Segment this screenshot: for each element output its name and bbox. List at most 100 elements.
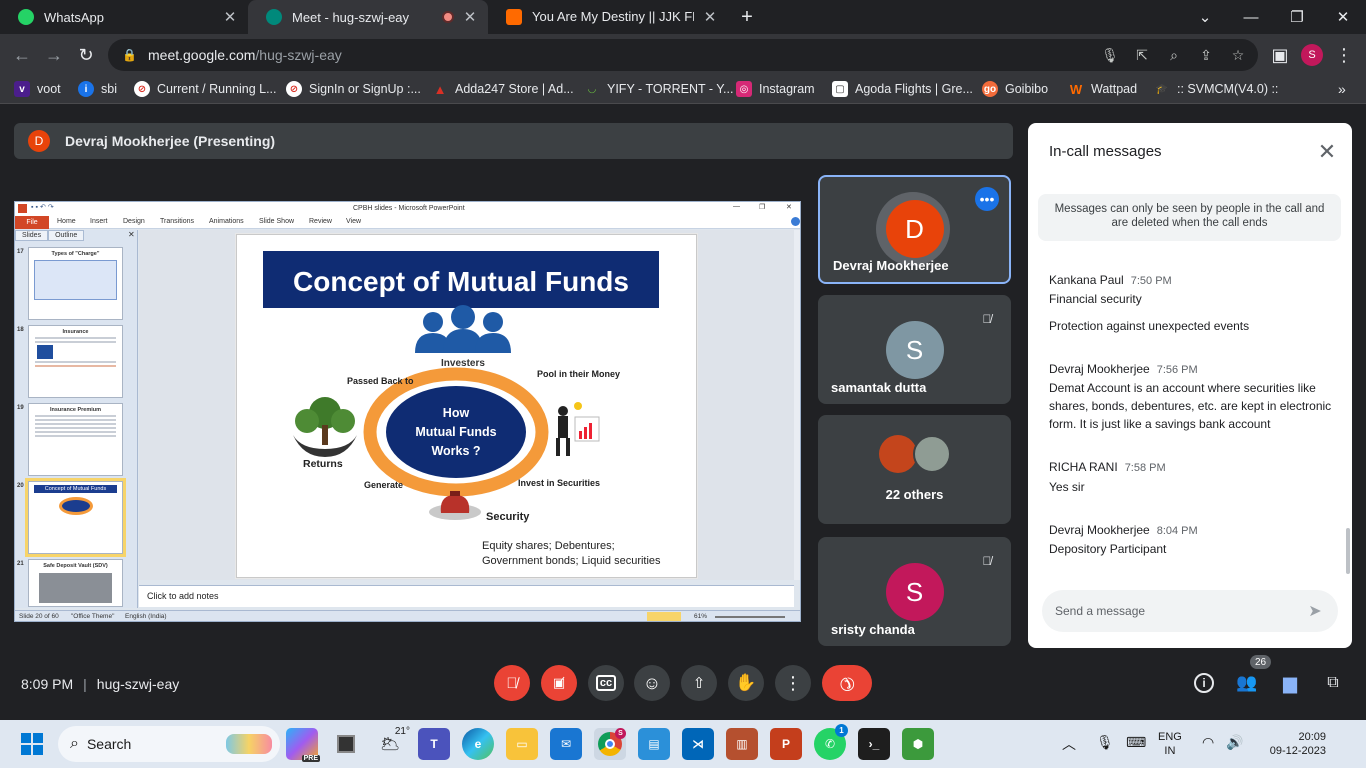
participant-tile-sristy[interactable]: S 🎙̸ sristy chanda xyxy=(818,537,1011,646)
slide-thumbnail[interactable]: Insurance Premium xyxy=(28,403,123,476)
tray-mic-icon[interactable]: 🎙 xyxy=(1096,734,1114,751)
teams-icon[interactable]: T xyxy=(418,728,450,760)
maximize-icon[interactable]: ❐ xyxy=(1274,0,1320,34)
ppt-minimize-icon[interactable]: — xyxy=(733,203,740,210)
zoom-icon[interactable]: ⌕ xyxy=(1164,45,1184,65)
photo-app-icon[interactable]: ▥ xyxy=(726,728,758,760)
bookmark-sbi[interactable]: i sbi xyxy=(78,81,117,97)
reactions-button[interactable]: ☺ xyxy=(634,665,670,701)
participant-tile-samantak[interactable]: S 🎙̸ samantak dutta xyxy=(818,295,1011,404)
close-tab-icon[interactable]: ✕ xyxy=(702,8,718,26)
slide-thumbnail[interactable]: Insurance xyxy=(28,325,123,398)
side-panel-icon[interactable]: ▣ xyxy=(1266,41,1294,69)
ppt-help-icon[interactable] xyxy=(791,217,800,226)
tab-whatsapp[interactable]: WhatsApp ✕ xyxy=(0,0,248,34)
bookmark-adda247[interactable]: ▲ Adda247 Store | Ad... xyxy=(432,81,574,97)
ppt-tab-outline[interactable]: Outline xyxy=(48,230,85,241)
volume-icon[interactable]: 🔊 xyxy=(1226,734,1243,751)
captions-button[interactable]: cc xyxy=(588,665,624,701)
mic-off-button[interactable]: 🎙̸ xyxy=(494,665,530,701)
vscode-icon[interactable]: ⋊ xyxy=(682,728,714,760)
camera-off-button[interactable]: ▣̸ xyxy=(541,665,577,701)
minimize-icon[interactable]: — xyxy=(1228,0,1274,34)
tab-destiny[interactable]: You Are My Destiny || JJK FF || ✓ ✕ xyxy=(488,0,728,34)
participant-tile-devraj[interactable]: D ••• Devraj Mookherjee xyxy=(818,175,1011,284)
edge-icon[interactable]: e xyxy=(462,728,494,760)
ppt-menu-design[interactable]: Design xyxy=(123,218,145,225)
bookmark-svmcm[interactable]: 🎓:: SVMCM(V4.0) :: xyxy=(1154,81,1279,97)
bookmark-goibibo[interactable]: go Goibibo xyxy=(982,81,1048,97)
ppt-menu-view[interactable]: View xyxy=(346,218,361,225)
back-icon[interactable]: ← xyxy=(8,41,36,69)
copilot-icon[interactable]: PRE xyxy=(286,728,320,762)
view-buttons[interactable] xyxy=(647,612,681,621)
ppt-menu-transitions[interactable]: Transitions xyxy=(160,218,194,225)
tab-meet[interactable]: Meet - hug-szwj-eay ✕ xyxy=(248,0,488,34)
activities-icon[interactable]: ⧉ xyxy=(1320,670,1346,696)
microphone-icon[interactable]: 🎙 xyxy=(1100,45,1120,65)
slide-thumbnail[interactable]: Types of "Charge" xyxy=(28,247,123,320)
close-icon[interactable]: ✕ xyxy=(1315,140,1339,164)
menu-kebab-icon[interactable]: ⋮ xyxy=(1330,41,1358,69)
slide-thumbnail-selected[interactable]: Concept of Mutual Funds xyxy=(25,478,126,557)
leave-call-button[interactable]: ✆ xyxy=(822,665,872,701)
ppt-scrollbar[interactable] xyxy=(794,230,800,580)
powerpoint-icon[interactable]: P xyxy=(770,728,802,760)
wifi-icon[interactable]: ◠ xyxy=(1202,734,1214,751)
send-message-input[interactable]: Send a message xyxy=(1042,590,1338,632)
ppt-maximize-icon[interactable]: ❐ xyxy=(759,203,765,211)
ppt-panel-close-icon[interactable]: ✕ xyxy=(128,230,135,239)
more-bookmarks-icon[interactable]: » xyxy=(1338,81,1346,97)
file-explorer-icon[interactable]: ▭ xyxy=(506,728,538,760)
bookmark-yify[interactable]: ◡ YIFY - TORRENT - Y... xyxy=(584,81,733,97)
raise-hand-button[interactable]: ✋ xyxy=(728,665,764,701)
close-tab-icon[interactable]: ✕ xyxy=(462,8,478,26)
send-icon[interactable]: ➤ xyxy=(1304,600,1326,622)
task-view-icon[interactable] xyxy=(330,728,362,760)
tray-overflow-icon[interactable]: ︿ xyxy=(1062,734,1076,754)
open-external-icon[interactable]: ⇱ xyxy=(1132,45,1152,65)
windows-start-icon[interactable] xyxy=(16,728,48,760)
taskbar-search[interactable]: ⌕ Search xyxy=(58,726,280,762)
bookmark-instagram[interactable]: ◎ Instagram xyxy=(736,81,815,97)
chat-scrollbar[interactable] xyxy=(1346,528,1350,574)
present-button[interactable]: ⇧ xyxy=(681,665,717,701)
forward-icon[interactable]: → xyxy=(40,41,68,69)
share-icon[interactable]: ⇪ xyxy=(1196,45,1216,65)
ppt-menu-insert[interactable]: Insert xyxy=(90,218,108,225)
node-icon[interactable]: ⬢ xyxy=(902,728,934,760)
ppt-menu-review[interactable]: Review xyxy=(309,218,332,225)
ppt-close-icon[interactable]: ✕ xyxy=(786,203,792,211)
weather-widget[interactable]: 🌥 21° xyxy=(374,726,410,760)
remote-desktop-icon[interactable]: ▤ xyxy=(638,728,670,760)
system-clock[interactable]: 20:09 xyxy=(1286,730,1326,745)
ppt-menu-file[interactable]: File xyxy=(15,216,49,229)
ppt-menu-home[interactable]: Home xyxy=(57,218,76,225)
reload-icon[interactable]: ↻ xyxy=(72,41,100,69)
system-date[interactable]: 09-12-2023 xyxy=(1256,745,1326,757)
bookmark-current-running[interactable]: ⊘ Current / Running L... xyxy=(134,81,277,97)
bookmark-voot[interactable]: v voot xyxy=(14,81,61,97)
bookmark-star-icon[interactable]: ☆ xyxy=(1228,45,1248,65)
tab-search-icon[interactable]: ⌄ xyxy=(1182,0,1228,34)
whatsapp-icon[interactable]: ✆ 1 xyxy=(814,724,848,760)
bookmark-wattpad[interactable]: W Wattpad xyxy=(1068,81,1137,97)
close-window-icon[interactable]: ✕ xyxy=(1320,0,1366,34)
chat-icon[interactable]: ▆ xyxy=(1277,670,1303,696)
bookmark-signin[interactable]: ⊘ SignIn or SignUp :... xyxy=(286,81,421,97)
ppt-tab-slides[interactable]: Slides xyxy=(15,230,49,241)
terminal-icon[interactable]: ›_ xyxy=(858,728,890,760)
participant-tile-others[interactable]: 22 others xyxy=(818,415,1011,524)
ppt-notes-field[interactable]: Click to add notes xyxy=(139,585,794,607)
tray-keyboard-icon[interactable]: ⌨ xyxy=(1126,734,1146,751)
slide-thumbnail[interactable]: Safe Deposit Vault (SDV) xyxy=(28,559,123,607)
address-bar[interactable]: 🔒 meet.google.com/hug-szwj-eay 🎙 ⇱ ⌕ ⇪ ☆ xyxy=(108,39,1258,71)
ppt-menu-animations[interactable]: Animations xyxy=(209,218,244,225)
bookmark-agoda[interactable]: ▢ Agoda Flights | Gre... xyxy=(832,81,973,97)
chrome-icon[interactable]: S xyxy=(594,728,626,760)
new-tab-button[interactable]: + xyxy=(732,0,762,34)
people-icon[interactable]: 👥 xyxy=(1234,670,1260,696)
meeting-details-icon[interactable]: i xyxy=(1191,670,1217,696)
close-tab-icon[interactable]: ✕ xyxy=(222,8,238,26)
quick-access-icon[interactable]: ▪▪↶↷ xyxy=(31,203,56,211)
